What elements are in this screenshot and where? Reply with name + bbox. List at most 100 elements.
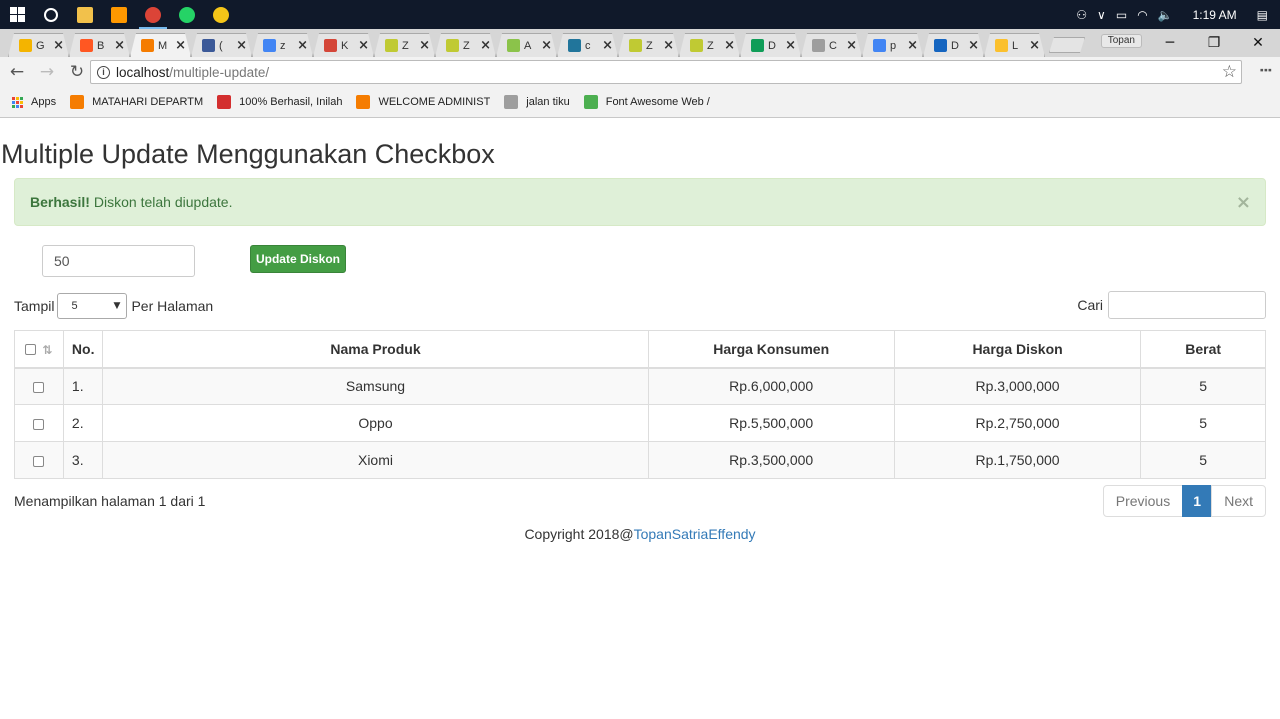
windows-start-icon[interactable] [0, 0, 34, 29]
update-discount-button[interactable]: Update Diskon [250, 245, 346, 273]
tab-strip: G × B × M ×(× z × K × Z × Z × A × c × Z × Z × D × C × p × D × L × Topan… [0, 29, 1280, 57]
wifi-icon[interactable]: ◠ [1137, 8, 1147, 22]
tab-close-icon[interactable]: × [480, 38, 491, 53]
column-header-no[interactable]: No. [62, 330, 104, 369]
bird-app-icon[interactable] [204, 0, 238, 29]
browser-tab[interactable]: G × [8, 33, 69, 57]
previous-page-button[interactable]: Previous [1102, 485, 1184, 517]
bookmarks-bar: Apps MATAHARI DEPARTM 100% Berhasil, Inila… [0, 87, 1280, 118]
tab-close-icon[interactable]: × [297, 38, 308, 53]
bookmark-favicon-icon [70, 95, 85, 109]
success-alert: Berhasil! Diskon telah diupdate. × [14, 178, 1266, 226]
per-page-select[interactable]: 5 ▼ [57, 293, 128, 319]
browser-tab[interactable]: (× [191, 33, 252, 57]
browser-tab[interactable]: K × [313, 33, 374, 57]
next-page-button[interactable]: Next [1211, 485, 1266, 517]
browser-tab[interactable]: Z × [435, 33, 496, 57]
row-checkbox[interactable] [33, 382, 45, 394]
profile-button[interactable]: Topan [1100, 34, 1142, 48]
close-window-icon[interactable]: ✕ [1236, 29, 1280, 57]
tab-close-icon[interactable]: × [236, 38, 247, 53]
minimize-icon[interactable]: ─ [1148, 29, 1192, 57]
column-header-weight[interactable]: Berat [1140, 330, 1266, 369]
browser-tab[interactable]: Z × [374, 33, 435, 57]
tab-close-icon[interactable]: × [968, 38, 979, 53]
bookmark-item[interactable]: jalan tiku [504, 95, 570, 109]
bookmark-item[interactable]: WELCOME ADMINIST [356, 95, 490, 109]
browser-tab[interactable]: c × [557, 33, 618, 57]
sublime-icon[interactable] [102, 0, 136, 29]
tab-close-icon[interactable]: × [358, 38, 369, 53]
bookmark-favicon-icon [356, 95, 371, 109]
column-header-discount[interactable]: Harga Diskon [893, 330, 1142, 369]
product-name: Oppo [102, 404, 649, 442]
restore-icon[interactable]: ❐ [1192, 29, 1236, 57]
bookmark-item[interactable]: 100% Berhasil, Inilah [217, 95, 342, 109]
file-explorer-icon[interactable] [68, 0, 102, 29]
browser-tab[interactable]: D × [923, 33, 984, 57]
back-icon[interactable]: ← [4, 59, 30, 85]
tab-close-icon[interactable]: × [1029, 38, 1040, 53]
footer-author-link[interactable]: TopanSatriaEffendy [634, 526, 756, 542]
table-header-row: ⇅ No. Nama Produk Harga Konsumen Harga D… [14, 330, 1266, 369]
tab-close-icon[interactable]: × [907, 38, 918, 53]
bookmark-item[interactable]: Apps [12, 96, 56, 108]
select-all-checkbox[interactable] [25, 344, 37, 356]
info-icon[interactable]: i [97, 65, 110, 79]
menu-icon[interactable]: ⋮ [1257, 63, 1273, 77]
tab-close-icon[interactable]: × [419, 38, 430, 53]
browser-tab[interactable]: Z × [679, 33, 740, 57]
column-header-name[interactable]: Nama Produk [102, 330, 649, 369]
people-icon[interactable]: ⚇ [1076, 8, 1087, 22]
tab-close-icon[interactable]: × [53, 38, 64, 53]
browser-tab[interactable]: Z × [618, 33, 679, 57]
notification-icon[interactable]: ▤ [1257, 8, 1268, 22]
tab-close-icon[interactable]: × [602, 38, 613, 53]
bookmark-item[interactable]: MATAHARI DEPARTM [70, 95, 203, 109]
discount-input[interactable] [42, 245, 195, 277]
browser-tab[interactable]: z × [252, 33, 313, 57]
browser-tab[interactable]: M × [130, 33, 191, 57]
tab-close-icon[interactable]: × [724, 38, 735, 53]
tab-close-icon[interactable]: × [175, 38, 186, 53]
tab-favicon-icon [812, 39, 825, 52]
bookmark-star-icon[interactable]: ☆ [1222, 62, 1237, 82]
show-label: Tampil [14, 298, 55, 314]
volume-icon[interactable]: 🔈 [1158, 8, 1173, 22]
chrome-icon[interactable] [136, 0, 170, 29]
reload-icon[interactable]: ↻ [64, 59, 90, 85]
row-checkbox[interactable] [33, 418, 45, 430]
tab-close-icon[interactable]: × [785, 38, 796, 53]
tab-close-icon[interactable]: × [541, 38, 552, 53]
tab-close-icon[interactable]: × [114, 38, 125, 53]
clock[interactable]: 1:19 AM [1193, 8, 1237, 22]
tab-close-icon[interactable]: × [846, 38, 857, 53]
tab-title: G [36, 39, 45, 52]
tab-close-icon[interactable]: × [663, 38, 674, 53]
browser-tab[interactable]: C × [801, 33, 862, 57]
tab-favicon-icon [446, 39, 459, 52]
address-bar[interactable]: i localhost/multiple-update/ ☆ [90, 60, 1242, 84]
new-tab-button[interactable] [1049, 37, 1085, 53]
browser-tab[interactable]: A × [496, 33, 557, 57]
bookmark-label: Apps [31, 96, 57, 108]
tab-title: Z [707, 39, 714, 52]
browser-tab[interactable]: L × [984, 33, 1045, 57]
forward-icon[interactable]: → [34, 59, 60, 85]
column-header-price[interactable]: Harga Konsumen [647, 330, 895, 369]
row-checkbox[interactable] [33, 455, 45, 467]
chevron-up-icon[interactable]: ∨ [1097, 8, 1106, 22]
bookmark-item[interactable]: Font Awesome Web / [583, 95, 710, 109]
alert-close-icon[interactable]: × [1236, 192, 1251, 213]
cortana-icon[interactable] [34, 0, 68, 29]
browser-tab[interactable]: B × [69, 33, 130, 57]
battery-icon[interactable]: ▭ [1116, 8, 1127, 22]
bookmark-label: WELCOME ADMINIST [378, 96, 491, 108]
browser-tab[interactable]: p × [862, 33, 923, 57]
search-input[interactable] [1108, 291, 1266, 319]
table-row: 3. Xiomi Rp.3,500,000 Rp.1,750,000 5 [14, 441, 1266, 479]
browser-tab[interactable]: D × [740, 33, 801, 57]
whatsapp-icon[interactable] [170, 0, 204, 29]
sort-icon[interactable]: ⇅ [42, 343, 52, 357]
current-page-button[interactable]: 1 [1182, 485, 1213, 517]
